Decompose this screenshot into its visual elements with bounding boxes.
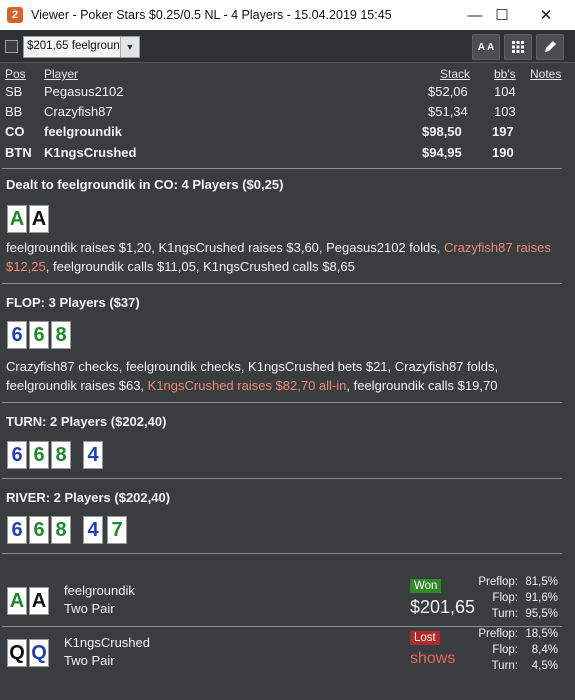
- row-pos: CO: [5, 124, 25, 139]
- header-bbs[interactable]: bb's: [494, 67, 516, 81]
- equity-label: Turn:: [491, 660, 518, 672]
- row-player: Crazyfish87: [44, 104, 113, 119]
- hole-card: A: [7, 205, 27, 233]
- divider: [2, 283, 562, 284]
- table-row[interactable]: CO feelgroundik $98,50 197: [0, 122, 575, 142]
- row-stack: $51,34: [428, 104, 468, 119]
- edit-button[interactable]: [536, 34, 564, 60]
- preflop-actions: feelgroundik raises $1,20, K1ngsCrushed …: [6, 238, 561, 276]
- app-logo-icon: 2: [7, 7, 23, 23]
- header-notes[interactable]: Notes: [530, 67, 561, 81]
- font-size-button[interactable]: A A: [472, 34, 500, 60]
- equity-label: Flop:: [492, 592, 518, 604]
- result-player: feelgroundik: [64, 583, 135, 598]
- equity-label: Preflop:: [478, 576, 518, 588]
- divider: [2, 402, 562, 403]
- row-pos: BTN: [5, 145, 32, 160]
- status-badge: Won: [410, 579, 442, 593]
- divider: [2, 626, 562, 627]
- pencil-icon: [545, 41, 556, 52]
- board-card: 8: [51, 516, 71, 544]
- board-card: 8: [51, 321, 71, 349]
- showdown-card: A: [7, 587, 27, 615]
- row-pos: SB: [5, 84, 23, 99]
- header-player[interactable]: Player: [44, 67, 78, 81]
- equity-value: 95,5%: [525, 608, 558, 620]
- row-bbs: 104: [494, 84, 516, 99]
- river-title: RIVER: 2 Players ($202,40): [6, 490, 171, 505]
- divider: [2, 168, 562, 169]
- maximize-button[interactable]: ☐: [482, 0, 522, 30]
- select-checkbox[interactable]: [5, 40, 18, 53]
- divider: [2, 478, 562, 479]
- flop-actions: Crazyfish87 checks, feelgroundik checks,…: [6, 357, 561, 395]
- hand-selector-dropdown[interactable]: $201,65 feelground ▼: [23, 36, 140, 58]
- action-text: , feelgroundik calls $11,05, K1ngsCrushe…: [45, 259, 355, 274]
- equity-value: 8,4%: [531, 644, 558, 656]
- row-stack: $98,50: [422, 124, 462, 139]
- table-row[interactable]: BB Crazyfish87 $51,34 103: [0, 102, 575, 122]
- row-bbs: 197: [492, 124, 514, 139]
- action-text: feelgroundik raises $1,20, K1ngsCrushed …: [6, 240, 444, 255]
- result-amount: $201,65: [410, 597, 476, 617]
- grid-button[interactable]: [504, 34, 532, 60]
- board-card: 6: [29, 441, 49, 469]
- window-title: Viewer - Poker Stars $0.25/0.5 NL - 4 Pl…: [31, 8, 392, 22]
- table-row[interactable]: SB Pegasus2102 $52,06 104: [0, 82, 575, 102]
- header-pos[interactable]: Pos: [5, 67, 26, 81]
- board-card: 6: [7, 321, 27, 349]
- board-card: 8: [51, 441, 71, 469]
- result-hand: Two Pair: [64, 601, 115, 616]
- equity-label: Turn:: [491, 608, 518, 620]
- flop-title: FLOP: 3 Players ($37): [6, 295, 140, 310]
- grid-icon: [512, 41, 524, 53]
- board-card: 6: [29, 516, 49, 544]
- row-stack: $52,06: [428, 84, 468, 99]
- equity-value: 18,5%: [525, 628, 558, 640]
- toolbar: $201,65 feelground ▼ A A: [0, 30, 575, 63]
- header-stack[interactable]: Stack: [440, 67, 470, 81]
- board-card: 4: [83, 441, 103, 469]
- row-bbs: 190: [492, 145, 514, 160]
- board-card: 7: [107, 516, 127, 544]
- status-badge: Lost: [410, 631, 440, 645]
- title-bar: 2 Viewer - Poker Stars $0.25/0.5 NL - 4 …: [0, 0, 575, 30]
- row-player: K1ngsCrushed: [44, 145, 137, 160]
- row-player: feelgroundik: [44, 124, 123, 139]
- board-card: 6: [7, 516, 27, 544]
- action-text-highlight: K1ngsCrushed raises $82,70 all-in: [147, 378, 347, 393]
- equity-value: 91,6%: [525, 592, 558, 604]
- action-text: , feelgroundik calls $19,70: [346, 378, 498, 393]
- board-card: 6: [7, 441, 27, 469]
- result-hand: Two Pair: [64, 653, 115, 668]
- row-bbs: 103: [494, 104, 516, 119]
- equity-label: Flop:: [492, 644, 518, 656]
- showdown-card: Q: [29, 639, 49, 667]
- preflop-title: Dealt to feelgroundik in CO: 4 Players (…: [6, 177, 284, 192]
- board-card: 4: [83, 516, 103, 544]
- row-player: Pegasus2102: [44, 84, 124, 99]
- showdown-card: Q: [7, 639, 27, 667]
- hand-selector-value: $201,65 feelground: [27, 40, 127, 52]
- equity-label: Preflop:: [478, 628, 518, 640]
- showdown-card: A: [29, 587, 49, 615]
- divider: [2, 553, 562, 554]
- result-shows-link[interactable]: shows: [410, 650, 455, 668]
- hole-card: A: [29, 205, 49, 233]
- equity-value: 4,5%: [531, 660, 558, 672]
- equity-value: 81,5%: [525, 576, 558, 588]
- board-card: 6: [29, 321, 49, 349]
- table-row[interactable]: BTN K1ngsCrushed $94,95 190: [0, 143, 575, 163]
- row-pos: BB: [5, 104, 23, 119]
- turn-title: TURN: 2 Players ($202,40): [6, 414, 167, 429]
- chevron-down-icon[interactable]: ▼: [120, 37, 139, 57]
- close-button[interactable]: ✕: [526, 0, 566, 30]
- result-player: K1ngsCrushed: [64, 635, 150, 650]
- row-stack: $94,95: [422, 145, 462, 160]
